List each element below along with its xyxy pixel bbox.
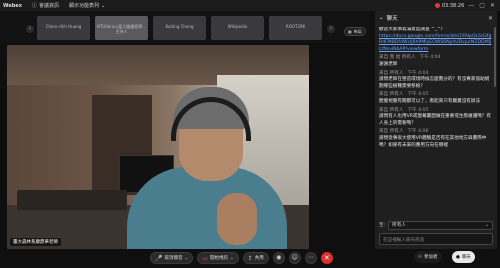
maximize-icon[interactable]: ▢: [479, 2, 485, 9]
layout-label: 佈局: [353, 28, 362, 34]
start-video-button[interactable]: ▭ 開始視訊 ⌄: [197, 252, 239, 264]
speaker-name-tag: 臺大森林系康鼎華老師: [10, 238, 61, 246]
recording-icon: [434, 3, 440, 8]
message-link[interactable]: https://docs.google.com/forms/d/e/1FAIpQ…: [379, 34, 493, 54]
chat-header: ⌄ 聊天 ✕: [375, 11, 497, 25]
chat-message: 來自 我 給 所有人 下午 4:04 謝謝老師: [379, 55, 493, 68]
thumbnail-name: Kaiting Chang: [165, 24, 194, 29]
participant-thumbnails: ‹ Chien-chih Huang NTUlibrary臺大圖書館學... 主持…: [0, 11, 370, 43]
unmute-button[interactable]: 🎤 取消靜音 ⌄: [150, 252, 194, 264]
chat-label: 聊天: [461, 255, 471, 260]
meeting-info-menu[interactable]: ⓘ 會議資訊: [32, 2, 59, 9]
unmute-label: 取消靜音: [164, 256, 183, 261]
close-icon[interactable]: ✕: [488, 15, 493, 22]
speaker-figure: [217, 193, 257, 245]
minimize-icon[interactable]: —: [468, 2, 474, 9]
chevron-down-icon[interactable]: ⌄: [379, 15, 384, 21]
participants-button[interactable]: ⚇ 參加者: [414, 251, 442, 263]
smile-icon[interactable]: ☺: [288, 252, 301, 264]
recipient-value: 所有人: [392, 223, 406, 228]
share-button[interactable]: ⇪ 共用: [242, 252, 269, 264]
message-text: 請問有人也用VR或螢幕畫面做在重要或生態維護嗎？有人身上的需要嗎？: [379, 114, 491, 126]
chat-message: 來自 所有人 下午 4:04 請問老師在營造環境時候怎麼劃分的？有沒專家協助規劃哪…: [379, 71, 493, 91]
thumbnail-name: ROOT296: [285, 24, 306, 29]
chat-panel: ⌄ 聊天 ✕ 歡迎大家填寫滿意度調查 ^_^/ https://docs.goo…: [375, 11, 497, 249]
message-sender: 來自 所有人: [379, 92, 404, 98]
chevron-down-icon: ⌄: [484, 222, 489, 228]
close-icon[interactable]: ✕: [490, 2, 495, 9]
share-icon: ⇪: [247, 254, 253, 262]
video-background: [17, 190, 127, 210]
main-video: 臺大森林系康鼎華老師: [7, 45, 309, 249]
host-label: 主持人: [115, 29, 128, 34]
message-time: 下午 4:04: [419, 55, 441, 61]
mic-off-icon: 🎤: [155, 254, 163, 262]
thumbnail-5[interactable]: ROOT296: [269, 16, 322, 40]
message-sender: 來自 我 給 所有人: [379, 55, 416, 61]
record-icon[interactable]: ◉: [272, 252, 285, 264]
chevron-left-icon[interactable]: ‹: [26, 25, 34, 33]
chat-messages[interactable]: 歡迎大家填寫滿意度調查 ^_^/ https://docs.google.com…: [379, 27, 493, 219]
message-text: 請問老師在營造環境時候怎麼劃分的？有沒專家協助規劃哪些樹種需要移植？: [379, 77, 490, 89]
recording-time: 03:38:26: [441, 2, 465, 9]
chevron-right-icon[interactable]: ›: [327, 25, 335, 33]
message-text: 謝謝老師: [379, 61, 398, 67]
thumbnail-3[interactable]: Kaiting Chang: [153, 16, 206, 40]
thumbnail-2[interactable]: NTUlibrary臺大圖書館學... 主持人: [95, 16, 148, 40]
chat-input[interactable]: 在這裡輸入聊天訊息: [379, 233, 493, 245]
chat-message: 來自 所有人 下午 4:05 聽覺視覺有關都可以了，看起來只有觸覺沒有辦法: [379, 92, 493, 105]
message-time: 下午 4:05: [407, 92, 429, 98]
meeting-info-label: 會議資訊: [38, 3, 59, 9]
app-logo: Webex: [3, 2, 22, 9]
chat-scrollbar[interactable]: [494, 27, 496, 87]
message-sender: 來自 所有人: [379, 129, 404, 135]
show-menu-bar[interactable]: 顯示功能表列 ⌄: [68, 2, 106, 10]
thumbnail-name: Wikipedia: [227, 24, 248, 29]
message-text: 聽覺視覺有關都可以了，看起來只有觸覺沒有辦法: [379, 98, 481, 104]
message-time: 下午 4:06: [407, 129, 429, 135]
chat-button[interactable]: ● 聊天: [452, 251, 475, 263]
message-text: 歡迎大家填寫滿意度調查 ^_^/: [379, 27, 443, 32]
chevron-down-icon: ⌄: [100, 2, 106, 9]
recipient-row: 至: 所有人 ⌄: [379, 220, 493, 230]
start-video-label: 開始視訊: [209, 256, 228, 261]
person-icon: ⚇: [418, 254, 423, 260]
end-call-icon[interactable]: ✕: [320, 252, 333, 264]
layout-button[interactable]: ▦ 佈局: [344, 27, 366, 36]
chat-title: 聊天: [386, 16, 398, 22]
info-icon: ⓘ: [31, 3, 37, 9]
chevron-down-icon: ⌄: [184, 255, 189, 261]
chevron-down-icon: ⌄: [229, 255, 234, 261]
recipient-label: 至:: [379, 223, 386, 228]
show-menu-bar-label: 顯示功能表列: [68, 3, 99, 9]
more-icon[interactable]: ⋯: [304, 252, 317, 264]
chat-message: 歡迎大家填寫滿意度調查 ^_^/ https://docs.google.com…: [379, 27, 493, 53]
chat-bubble-icon: ●: [456, 254, 460, 260]
chat-message: 來自 所有人 下午 4:06 請問從事很大使用VR體驗是否有在其他地方與實際中嗎？…: [379, 129, 493, 149]
video-off-icon: ▭: [202, 254, 208, 262]
share-label: 共用: [254, 256, 264, 261]
thumbnail-name: Chien-chih Huang: [45, 24, 82, 29]
recipient-select[interactable]: 所有人 ⌄: [388, 220, 493, 230]
title-bar: Webex ⓘ 會議資訊 顯示功能表列 ⌄ 03:38:26 — ▢ ✕: [0, 0, 500, 11]
chat-message: 來自 所有人 下午 4:05 請問有人也用VR或螢幕畫面做在重要或生態維護嗎？有人…: [379, 108, 493, 128]
message-text: 請問從事很大使用VR體驗是否有在其他地方與實際中嗎？如果有未來的應用方向在哪裡: [379, 135, 487, 148]
grid-icon: ▦: [348, 29, 352, 34]
thumbnail-4[interactable]: Wikipedia: [211, 16, 264, 40]
thumbnail-1[interactable]: Chien-chih Huang: [37, 16, 90, 40]
meeting-controls: 🎤 取消靜音 ⌄ ▭ 開始視訊 ⌄ ⇪ 共用 ◉ ☺ ⋯ ✕: [150, 251, 333, 265]
participants-label: 參加者: [424, 255, 438, 260]
